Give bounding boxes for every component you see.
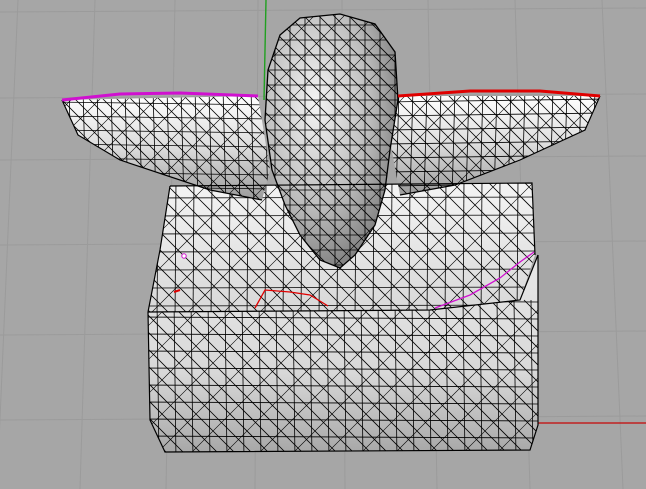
mesh-edge	[0, 88, 55, 205]
mesh-edge	[0, 180, 140, 320]
mesh-edge	[523, 299, 538, 452]
mesh-edge	[148, 299, 158, 452]
mesh-edge	[0, 180, 140, 320]
mesh-edge	[55, 88, 275, 91]
mesh-edge	[385, 85, 605, 88]
mesh-edge	[148, 183, 159, 312]
mesh-edge	[523, 299, 538, 452]
rhino-perspective-viewport[interactable]	[0, 0, 646, 489]
mesh-scene[interactable]	[0, 0, 646, 489]
mesh-edge	[540, 180, 646, 320]
grid-line-h	[0, 7, 646, 13]
mesh-edge	[594, 96, 600, 195]
mesh-edge	[140, 453, 545, 455]
mesh-edge	[140, 300, 142, 460]
mesh-edge	[0, 300, 140, 460]
grid-line-v	[601, 0, 624, 489]
y-axis-line	[263, 0, 267, 101]
mesh-edge	[541, 300, 646, 460]
mesh-edge	[0, 88, 55, 205]
vertex-marker	[181, 253, 187, 259]
mesh-edge	[139, 180, 140, 320]
mesh-edge	[0, 300, 140, 460]
mesh-edge	[521, 183, 535, 312]
mesh-edge	[55, 88, 58, 205]
mesh-edge	[148, 183, 177, 312]
mesh-edge	[540, 180, 646, 320]
